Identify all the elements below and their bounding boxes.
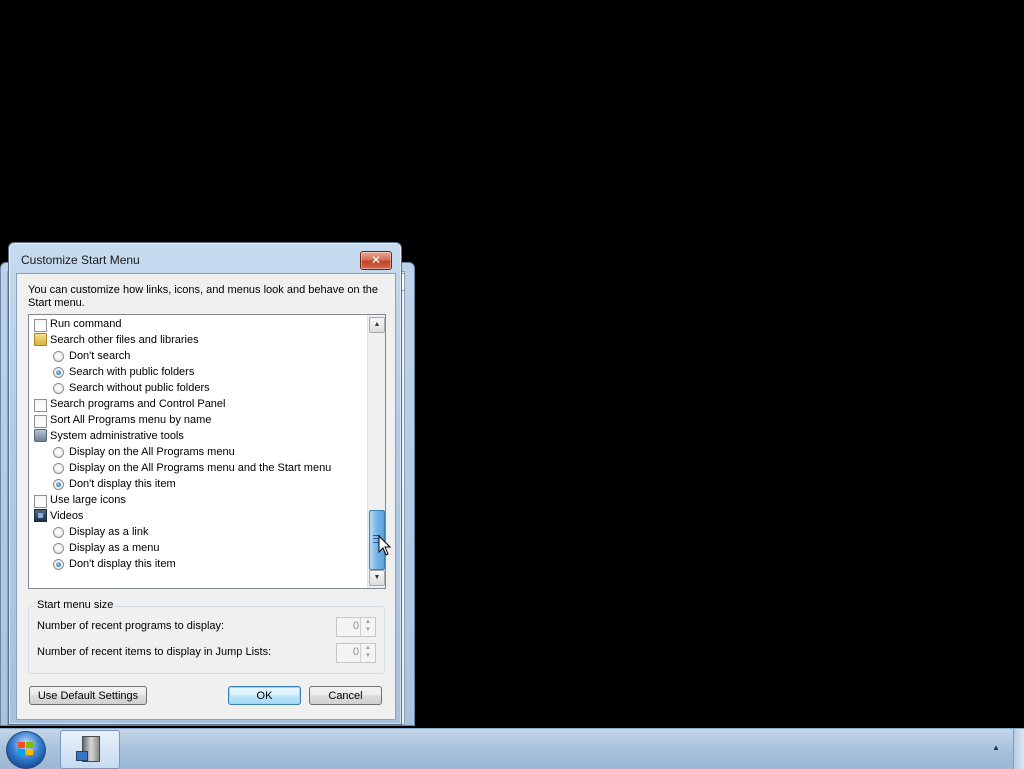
dialog-description: You can customize how links, icons, and … [28, 284, 378, 309]
ok-button[interactable]: OK [228, 686, 301, 705]
radio-button[interactable] [53, 527, 64, 538]
show-desktop-button[interactable] [1013, 729, 1024, 769]
customize-start-menu-dialog: Customize Start Menu ✕ You can customize… [8, 242, 402, 725]
start-button[interactable] [6, 731, 46, 769]
radio-button[interactable] [53, 383, 64, 394]
spin-up-icon[interactable]: ▲ [361, 618, 375, 626]
monitor-icon [76, 751, 88, 761]
option-label: Run command [50, 318, 122, 330]
title-bar[interactable]: Customize Start Menu ✕ [9, 243, 401, 273]
radio-button-selected[interactable] [53, 479, 64, 490]
cancel-button[interactable]: Cancel [309, 686, 382, 705]
checkbox[interactable] [34, 495, 47, 508]
recent-programs-spinner[interactable]: 0 ▲ ▼ [336, 617, 376, 637]
recent-items-label: Number of recent items to display in Jum… [37, 646, 272, 658]
checkbox-option[interactable]: Sort All Programs menu by name [29, 412, 367, 428]
radio-option[interactable]: Display on the All Programs menu [29, 444, 367, 460]
recent-items-spinner[interactable]: 0 ▲ ▼ [336, 643, 376, 663]
windows-logo-icon [18, 742, 34, 757]
radio-option[interactable]: Search without public folders [29, 380, 367, 396]
checkbox[interactable] [34, 319, 47, 332]
spin-up-icon[interactable]: ▲ [361, 644, 375, 652]
radio-option[interactable]: Display on the All Programs menu and the… [29, 460, 367, 476]
scroll-up-button[interactable]: ▲ [369, 317, 385, 333]
radio-button-selected[interactable] [53, 559, 64, 570]
option-group-header: Search other files and libraries [29, 332, 367, 348]
options-list: Run command Search other files and librar… [29, 315, 367, 588]
use-default-settings-button[interactable]: Use Default Settings [29, 686, 147, 705]
option-label: Videos [50, 510, 84, 522]
option-label: Display on the All Programs menu and the… [69, 462, 332, 474]
taskbar-app-button[interactable] [60, 730, 120, 769]
spin-down-icon[interactable]: ▼ [361, 652, 375, 660]
option-label: Search without public folders [69, 382, 210, 394]
options-listbox[interactable]: Run command Search other files and librar… [28, 314, 386, 589]
radio-button-selected[interactable] [53, 367, 64, 378]
close-button[interactable]: ✕ [360, 251, 392, 270]
radio-option[interactable]: Display as a menu [29, 540, 367, 556]
dialog-title: Customize Start Menu [21, 253, 140, 267]
option-label: Use large icons [50, 494, 126, 506]
radio-option[interactable]: Don't search [29, 348, 367, 364]
option-label: Search programs and Control Panel [50, 398, 226, 410]
radio-option[interactable]: Search with public folders [29, 364, 367, 380]
radio-button[interactable] [53, 351, 64, 362]
recent-programs-value[interactable]: 0 [339, 620, 359, 632]
option-group-header: System administrative tools [29, 428, 367, 444]
option-label: Sort All Programs menu by name [50, 414, 212, 426]
option-label: Don't display this item [69, 478, 176, 490]
option-label: Display on the All Programs menu [69, 446, 235, 458]
admin-tools-icon [34, 429, 47, 442]
recent-items-value[interactable]: 0 [339, 646, 359, 658]
option-label: Display as a link [69, 526, 149, 538]
spin-down-icon[interactable]: ▼ [361, 626, 375, 634]
option-label: Don't search [69, 350, 131, 362]
option-label: System administrative tools [50, 430, 184, 442]
scroll-down-button[interactable]: ▼ [369, 570, 385, 586]
checkbox[interactable] [34, 399, 47, 412]
videos-icon [34, 509, 47, 522]
option-label: Search with public folders [69, 366, 195, 378]
folder-search-icon [34, 333, 47, 346]
checkbox-option[interactable]: Run command [29, 316, 367, 332]
radio-button[interactable] [53, 543, 64, 554]
option-label: Search other files and libraries [50, 334, 199, 346]
show-hidden-icons-icon[interactable]: ▲ [992, 743, 1000, 752]
recent-programs-label: Number of recent programs to display: [37, 620, 225, 632]
option-label: Display as a menu [69, 542, 160, 554]
mouse-cursor-icon [378, 535, 392, 556]
radio-button[interactable] [53, 447, 64, 458]
radio-button[interactable] [53, 463, 64, 474]
dialog-client-area: You can customize how links, icons, and … [16, 273, 396, 720]
checkbox[interactable] [34, 415, 47, 428]
radio-option[interactable]: Display as a link [29, 524, 367, 540]
checkbox-option[interactable]: Search programs and Control Panel [29, 396, 367, 412]
option-group-header: Videos [29, 508, 367, 524]
spinner-arrows: ▲ ▼ [360, 618, 375, 636]
taskbar: ▲ [0, 728, 1024, 769]
spinner-arrows: ▲ ▼ [360, 644, 375, 662]
checkbox-option[interactable]: Use large icons [29, 492, 367, 508]
radio-option[interactable]: Don't display this item [29, 556, 367, 572]
close-icon: ✕ [370, 253, 382, 267]
option-label: Don't display this item [69, 558, 176, 570]
start-menu-size-group: Start menu size Number of recent program… [28, 599, 385, 674]
radio-option[interactable]: Don't display this item [29, 476, 367, 492]
group-title: Start menu size [35, 599, 116, 611]
